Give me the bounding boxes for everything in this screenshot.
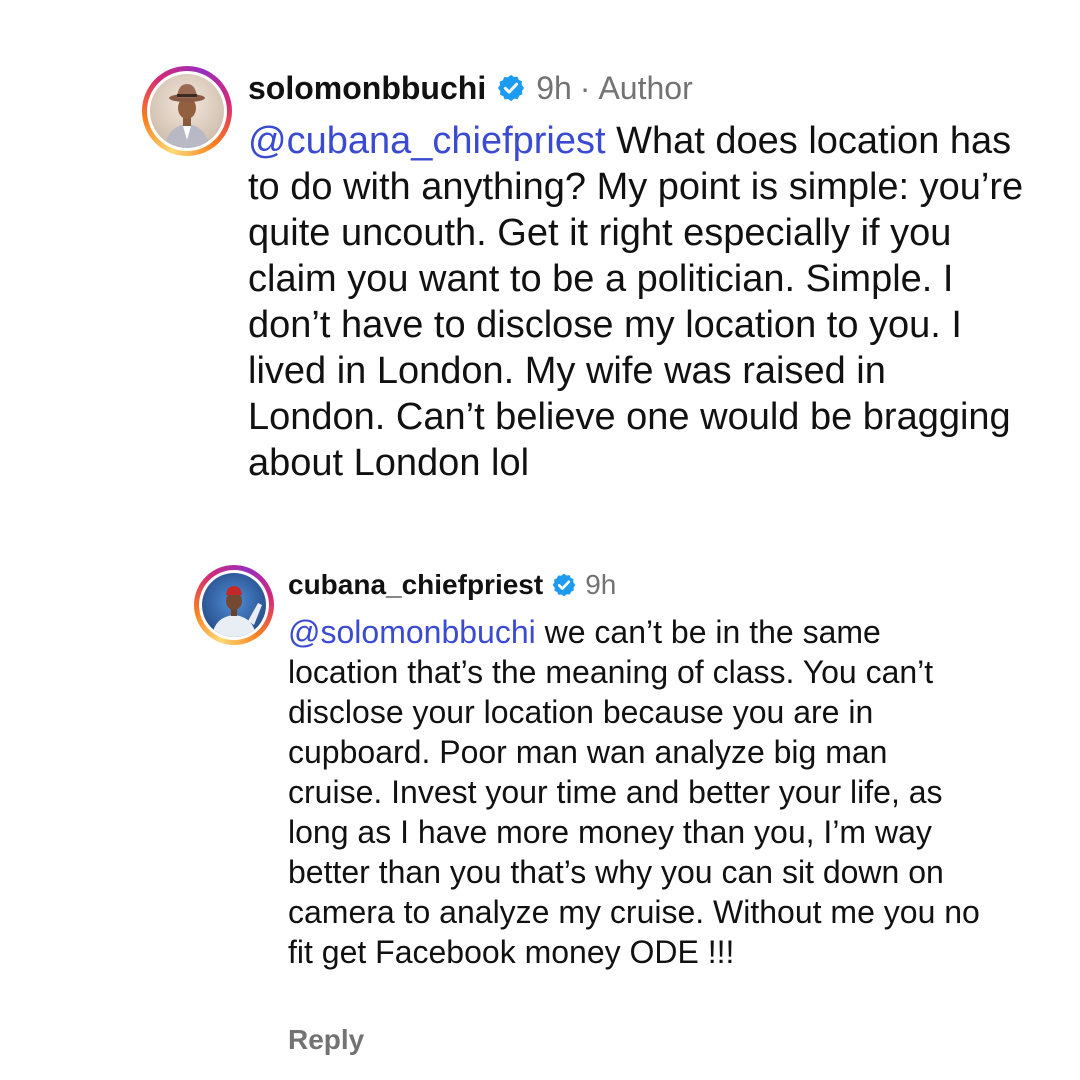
avatar-gap bbox=[199, 570, 269, 640]
comment-header: solomonbbuchi 9h · Author bbox=[248, 66, 693, 110]
mention-link[interactable]: @solomonbbuchi bbox=[288, 614, 536, 650]
username[interactable]: cubana_chiefpriest bbox=[288, 569, 543, 601]
avatar-gap bbox=[147, 71, 227, 151]
author-tag: Author bbox=[598, 69, 693, 106]
comment-text: @cubana_chiefpriest What does location h… bbox=[248, 118, 1028, 486]
comment-text: @solomonbbuchi we can’t be in the same l… bbox=[288, 612, 988, 972]
comment-body: we can’t be in the same location that’s … bbox=[288, 614, 980, 970]
timestamp: 9h bbox=[585, 569, 617, 600]
avatar bbox=[202, 573, 266, 637]
verified-badge-icon bbox=[498, 74, 525, 102]
comment-header: cubana_chiefpriest 9h bbox=[288, 566, 616, 604]
avatar-story-ring[interactable] bbox=[194, 565, 274, 645]
comment-thread: solomonbbuchi 9h · Author @cubana_chiefp… bbox=[0, 0, 1080, 1080]
username[interactable]: solomonbbuchi bbox=[248, 70, 486, 107]
timestamp: 9h bbox=[536, 69, 572, 106]
comment-body: What does location has to do with anythi… bbox=[248, 120, 1024, 484]
meta-separator: · bbox=[579, 69, 591, 106]
verified-badge-icon bbox=[552, 573, 576, 597]
mention-link[interactable]: @cubana_chiefpriest bbox=[248, 120, 606, 162]
avatar bbox=[150, 74, 224, 148]
reply-button[interactable]: Reply bbox=[288, 1024, 364, 1056]
avatar-story-ring[interactable] bbox=[142, 66, 232, 156]
